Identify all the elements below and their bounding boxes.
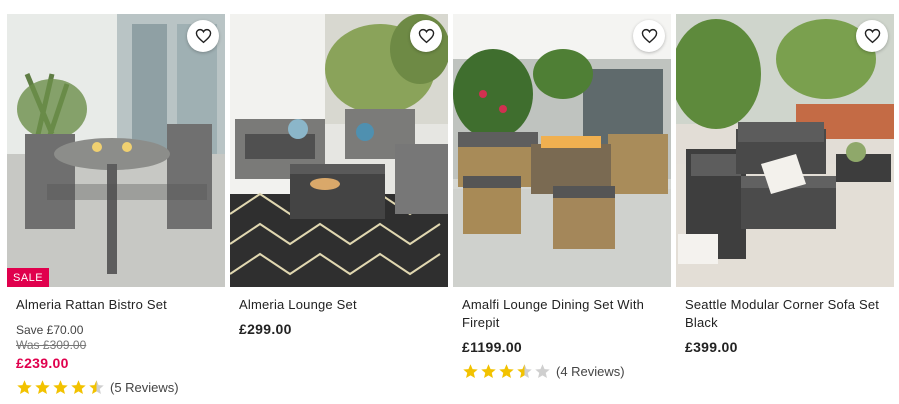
star-icon	[481, 364, 496, 379]
star-icon	[517, 364, 532, 379]
wishlist-button[interactable]	[856, 20, 888, 52]
product-price: £239.00	[16, 355, 69, 371]
star-icon	[463, 364, 478, 379]
product-price: £1199.00	[462, 339, 523, 355]
product-grid: SALE Almeria Rattan Bistro Set Save £70.…	[7, 14, 894, 396]
product-rating[interactable]: (5 Reviews)	[16, 379, 225, 396]
product-title[interactable]: Almeria Rattan Bistro Set	[16, 296, 225, 314]
wishlist-button[interactable]	[410, 20, 442, 52]
lounge-set-photo	[230, 14, 448, 287]
product-card[interactable]: SALE Almeria Rattan Bistro Set Save £70.…	[7, 14, 225, 396]
review-count[interactable]: (4 Reviews)	[556, 364, 625, 379]
product-card[interactable]: Almeria Lounge Set £299.00	[230, 14, 448, 396]
star-icon	[71, 380, 86, 395]
sale-badge: SALE	[7, 268, 50, 287]
product-title[interactable]: Seattle Modular Corner Sofa Set Black	[685, 296, 894, 332]
product-image[interactable]	[676, 14, 894, 287]
star-icon	[35, 380, 50, 395]
star-icon	[17, 380, 32, 395]
review-count[interactable]: (5 Reviews)	[110, 380, 179, 395]
bistro-set-photo	[7, 14, 225, 287]
star-icon	[499, 364, 514, 379]
dining-firepit-photo	[453, 14, 671, 287]
product-price: £299.00	[239, 321, 292, 337]
was-price: Was £309.00	[16, 338, 87, 352]
heart-outline-icon	[418, 28, 434, 44]
product-price: £399.00	[685, 339, 738, 355]
product-card[interactable]: Seattle Modular Corner Sofa Set Black £3…	[676, 14, 894, 396]
product-title[interactable]: Almeria Lounge Set	[239, 296, 448, 314]
product-title[interactable]: Amalfi Lounge Dining Set With Firepit	[462, 296, 671, 332]
corner-sofa-photo	[676, 14, 894, 287]
star-icon	[53, 380, 68, 395]
saving-amount: Save £70.00	[16, 323, 84, 337]
heart-outline-icon	[195, 28, 211, 44]
star-icon	[89, 380, 104, 395]
product-rating[interactable]: (4 Reviews)	[462, 363, 671, 380]
wishlist-button[interactable]	[633, 20, 665, 52]
star-rating	[462, 363, 551, 380]
star-icon	[535, 364, 550, 379]
product-image[interactable]	[230, 14, 448, 287]
wishlist-button[interactable]	[187, 20, 219, 52]
product-image[interactable]: SALE	[7, 14, 225, 287]
heart-outline-icon	[641, 28, 657, 44]
star-rating	[16, 379, 105, 396]
product-image[interactable]	[453, 14, 671, 287]
heart-outline-icon	[864, 28, 880, 44]
product-card[interactable]: Amalfi Lounge Dining Set With Firepit £1…	[453, 14, 671, 396]
